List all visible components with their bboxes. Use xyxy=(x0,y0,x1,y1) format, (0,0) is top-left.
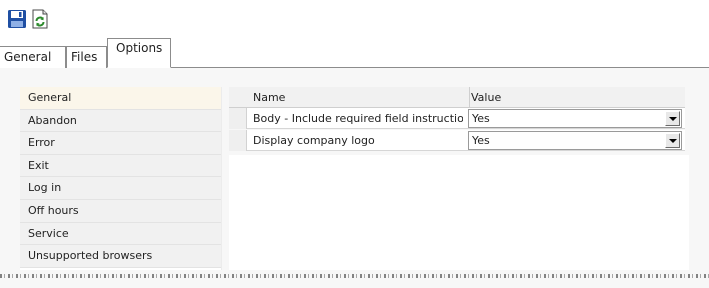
table-row[interactable]: Display company logo Yes xyxy=(229,130,685,151)
options-panel: General Abandon Error Exit Log in Off ho… xyxy=(0,68,709,288)
row-name: Body - Include required field instructio… xyxy=(253,112,463,125)
toolbar xyxy=(0,0,709,37)
category-item-abandon[interactable]: Abandon xyxy=(20,109,221,133)
options-category-list: General Abandon Error Exit Log in Off ho… xyxy=(20,87,222,270)
chevron-down-icon xyxy=(668,138,677,143)
tab-options[interactable]: Options xyxy=(107,38,171,68)
category-item-log-in[interactable]: Log in xyxy=(20,177,221,200)
category-item-unsupported-browsers[interactable]: Unsupported browsers xyxy=(20,245,221,268)
value-select-text: Yes xyxy=(472,134,490,147)
table-row[interactable]: Body - Include required field instructio… xyxy=(229,108,685,129)
dropdown-button[interactable] xyxy=(665,111,680,126)
category-item-general[interactable]: General xyxy=(20,87,221,110)
tab-strip: General Files Options xyxy=(0,37,709,68)
chevron-down-icon xyxy=(668,116,677,121)
value-select[interactable]: Yes xyxy=(468,109,682,128)
save-button[interactable] xyxy=(6,8,28,30)
row-selector[interactable] xyxy=(229,130,247,151)
category-item-off-hours[interactable]: Off hours xyxy=(20,199,221,223)
save-disk-icon xyxy=(8,10,26,28)
column-header-value-label: Value xyxy=(471,91,502,104)
grid-header: Name Value xyxy=(229,87,685,108)
property-grid: Name Value Body - Include required field… xyxy=(229,87,685,155)
row-name: Display company logo xyxy=(253,134,375,147)
value-select-text: Yes xyxy=(472,112,490,125)
category-item-exit[interactable]: Exit xyxy=(20,154,221,178)
tab-options-label: Options xyxy=(116,41,163,55)
category-item-service[interactable]: Service xyxy=(20,222,221,246)
tab-general[interactable]: General xyxy=(0,46,66,68)
category-item-error[interactable]: Error xyxy=(20,132,221,155)
tab-files[interactable]: Files xyxy=(66,46,107,68)
column-header-name[interactable]: Name xyxy=(253,87,285,108)
grid-empty-area xyxy=(229,155,689,270)
refresh-icon xyxy=(32,9,48,29)
value-select[interactable]: Yes xyxy=(468,131,682,150)
refresh-button[interactable] xyxy=(29,8,51,30)
row-selector[interactable] xyxy=(229,108,247,129)
column-header-value[interactable]: Value xyxy=(469,87,501,108)
panel-bottom-edge xyxy=(0,274,709,278)
dropdown-button[interactable] xyxy=(665,133,680,148)
